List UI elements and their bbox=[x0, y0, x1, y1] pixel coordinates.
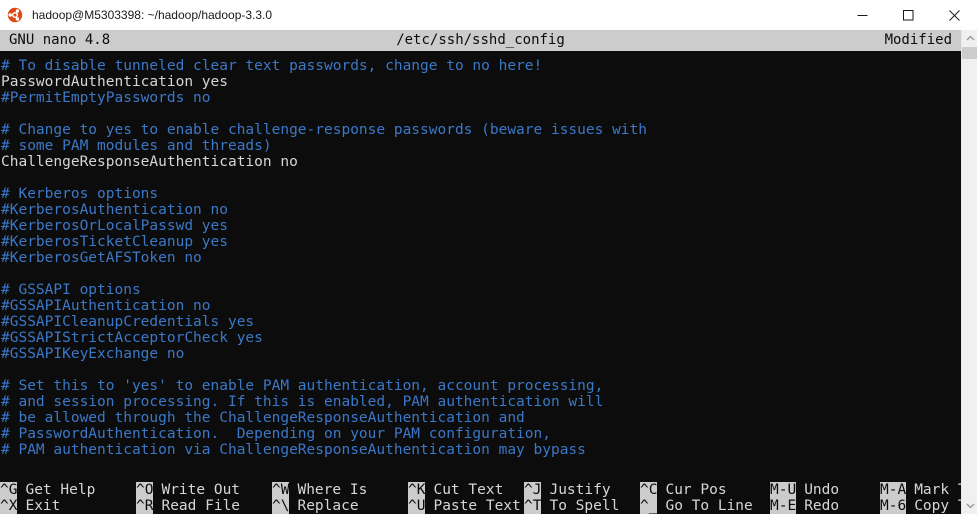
chevron-down-icon bbox=[966, 502, 975, 509]
shortcut-key: ^J bbox=[524, 482, 542, 498]
shortcut-justify[interactable]: ^J Justify bbox=[524, 482, 640, 498]
shortcut-label: Undo bbox=[804, 482, 840, 498]
scrollbar-thumb[interactable] bbox=[962, 47, 977, 59]
shortcut-label: Get Help bbox=[25, 482, 96, 498]
titlebar-left-group: hadoop@M5303398: ~/hadoop/hadoop-3.3.0 bbox=[0, 7, 839, 23]
shortcut-label: Paste Text bbox=[433, 498, 521, 514]
shortcut-key: ^W bbox=[272, 482, 290, 498]
nano-modified-indicator: Modified bbox=[884, 32, 952, 48]
shortcut-mark-text[interactable]: M-A Mark Text bbox=[880, 482, 961, 498]
shortcut-label: Write Out bbox=[161, 482, 241, 498]
nano-filename: /etc/ssh/sshd_config bbox=[396, 32, 565, 48]
shortcut-label: Cur Pos bbox=[665, 482, 727, 498]
shortcut-row-bottom: ^X Exit ^R Read File ^\ Replace ^U Paste Text ^T… bbox=[0, 498, 961, 514]
maximize-button[interactable] bbox=[885, 0, 931, 30]
shortcut-exit[interactable]: ^X Exit bbox=[0, 498, 136, 514]
shortcut-row-top: ^G Get Help ^O Write Out ^W Where Is ^K Cut Tex… bbox=[0, 482, 961, 498]
shortcut-key: M-E bbox=[770, 498, 797, 514]
terminal-content[interactable]: GNU nano 4.8 /etc/ssh/sshd_config Modifi… bbox=[0, 30, 961, 514]
shortcut-key: ^O bbox=[136, 482, 154, 498]
window-controls bbox=[839, 0, 977, 30]
scrollbar-track[interactable] bbox=[962, 47, 977, 497]
editor-line: # GSSAPI options bbox=[1, 282, 141, 298]
vertical-scrollbar[interactable] bbox=[961, 30, 977, 514]
shortcut-label: Replace bbox=[297, 498, 359, 514]
editor-line: #PermitEmptyPasswords no bbox=[1, 90, 211, 106]
nano-header-bar: GNU nano 4.8 /etc/ssh/sshd_config Modifi… bbox=[0, 30, 961, 51]
editor-line: #KerberosOrLocalPasswd yes bbox=[1, 218, 228, 234]
shortcut-go-to-line[interactable]: ^_ Go To Line bbox=[640, 498, 770, 514]
editor-line: PasswordAuthentication yes bbox=[1, 74, 228, 90]
shortcut-key: ^R bbox=[136, 498, 154, 514]
minimize-button[interactable] bbox=[839, 0, 885, 30]
editor-line: #GSSAPIKeyExchange no bbox=[1, 346, 185, 362]
editor-line: # and session processing. If this is ena… bbox=[1, 394, 604, 410]
shortcut-key: ^C bbox=[640, 482, 658, 498]
shortcut-label: Justify bbox=[549, 482, 611, 498]
editor-line: #KerberosAuthentication no bbox=[1, 202, 228, 218]
editor-line: # To disable tunneled clear text passwor… bbox=[1, 58, 543, 74]
scroll-down-button[interactable] bbox=[962, 497, 977, 514]
shortcut-label: Go To Line bbox=[665, 498, 753, 514]
shortcut-label: Mark Text bbox=[914, 482, 961, 498]
shortcut-label: Copy Text bbox=[914, 498, 961, 514]
window-titlebar[interactable]: hadoop@M5303398: ~/hadoop/hadoop-3.3.0 bbox=[0, 0, 977, 31]
terminal-window: hadoop@M5303398: ~/hadoop/hadoop-3.3.0 G… bbox=[0, 0, 977, 514]
shortcut-label: To Spell bbox=[549, 498, 620, 514]
shortcut-undo[interactable]: M-U Undo bbox=[770, 482, 880, 498]
editor-line: #GSSAPICleanupCredentials yes bbox=[1, 314, 255, 330]
editor-line: #GSSAPIAuthentication no bbox=[1, 298, 211, 314]
nano-shortcut-bar: ^G Get Help ^O Write Out ^W Where Is ^K Cut Tex… bbox=[0, 480, 961, 514]
editor-line: # PAM authentication via ChallengeRespon… bbox=[1, 442, 586, 458]
editor-line: # Kerberos options bbox=[1, 186, 159, 202]
editor-line: # some PAM modules and threads) bbox=[1, 138, 272, 154]
shortcut-redo[interactable]: M-E Redo bbox=[770, 498, 880, 514]
window-title: hadoop@M5303398: ~/hadoop/hadoop-3.3.0 bbox=[32, 8, 273, 22]
shortcut-label: Exit bbox=[25, 498, 61, 514]
editor-line: # PasswordAuthentication. Depending on y… bbox=[1, 426, 551, 442]
shortcut-where-is[interactable]: ^W Where Is bbox=[272, 482, 408, 498]
editor-line: #KerberosTicketCleanup yes bbox=[1, 234, 228, 250]
scroll-up-button[interactable] bbox=[962, 30, 977, 47]
editor-line: # be allowed through the ChallengeRespon… bbox=[1, 410, 525, 426]
chevron-up-icon bbox=[966, 35, 975, 42]
shortcut-read-file[interactable]: ^R Read File bbox=[136, 498, 272, 514]
editor-text-area[interactable]: # To disable tunneled clear text passwor… bbox=[0, 51, 961, 493]
shortcut-key: ^X bbox=[0, 498, 18, 514]
shortcut-key: ^G bbox=[0, 482, 18, 498]
shortcut-key: ^U bbox=[408, 498, 426, 514]
editor-line: #KerberosGetAFSToken no bbox=[1, 250, 202, 266]
editor-line: # Change to yes to enable challenge-resp… bbox=[1, 122, 648, 138]
shortcut-label: Redo bbox=[804, 498, 840, 514]
shortcut-label: Where Is bbox=[297, 482, 368, 498]
shortcut-cur-pos[interactable]: ^C Cur Pos bbox=[640, 482, 770, 498]
shortcut-write-out[interactable]: ^O Write Out bbox=[136, 482, 272, 498]
shortcut-copy-text[interactable]: M-6 Copy Text bbox=[880, 498, 961, 514]
shortcut-paste-text[interactable]: ^U Paste Text bbox=[408, 498, 524, 514]
shortcut-key: M-6 bbox=[880, 498, 907, 514]
shortcut-label: Read File bbox=[161, 498, 241, 514]
shortcut-key: ^T bbox=[524, 498, 542, 514]
shortcut-get-help[interactable]: ^G Get Help bbox=[0, 482, 136, 498]
shortcut-key: ^K bbox=[408, 482, 426, 498]
close-button[interactable] bbox=[931, 0, 977, 30]
shortcut-key: M-A bbox=[880, 482, 907, 498]
shortcut-cut-text[interactable]: ^K Cut Text bbox=[408, 482, 524, 498]
shortcut-key: ^_ bbox=[640, 498, 658, 514]
editor-line: #GSSAPIStrictAcceptorCheck yes bbox=[1, 330, 263, 346]
ubuntu-icon bbox=[7, 7, 23, 23]
shortcut-label: Cut Text bbox=[433, 482, 504, 498]
shortcut-to-spell[interactable]: ^T To Spell bbox=[524, 498, 640, 514]
editor-line: ChallengeResponseAuthentication no bbox=[1, 154, 298, 170]
shortcut-replace[interactable]: ^\ Replace bbox=[272, 498, 408, 514]
shortcut-key: M-U bbox=[770, 482, 797, 498]
editor-line: # Set this to 'yes' to enable PAM authen… bbox=[1, 378, 604, 394]
shortcut-key: ^\ bbox=[272, 498, 290, 514]
